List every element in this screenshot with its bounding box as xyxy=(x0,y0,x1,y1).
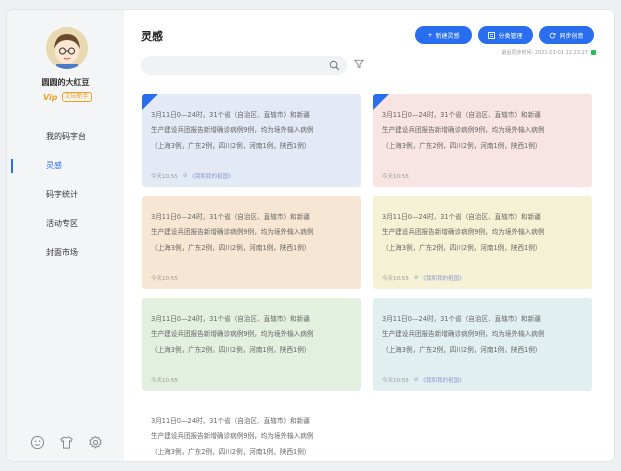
inspiration-card[interactable]: 3月11日0—24时，31个省（自治区、直辖市）和新疆 生产建设兵团报告新增确诊病… xyxy=(373,196,592,289)
sidebar: 圆圆的大红豆 Vip 文坛新手 我的码字台 灵感 码字统计 活动专区 封面市场 xyxy=(7,10,124,461)
linked-book[interactable]: ⊘ 《我和我的祖国》 xyxy=(414,376,465,384)
card-text: 3月11日0—24时，31个省（自治区、直辖市）和新疆 生产建设兵团报告新增确诊病… xyxy=(151,213,314,252)
card-text: 3月11日0—24时，31个省（自治区、直辖市）和新疆 生产建设兵团报告新增确诊病… xyxy=(151,111,314,150)
main-panel: 灵感 + 新建灵感 分类管理 同步创意 最后同步时间: 2021-03-01 1… xyxy=(124,10,614,461)
link-icon: ⊘ xyxy=(413,275,419,281)
username: 圆圆的大红豆 xyxy=(41,78,90,87)
card-footer: 今天10:55 xyxy=(151,274,178,282)
category-icon xyxy=(488,31,496,39)
search-input[interactable] xyxy=(141,56,347,75)
card-time: 今天10:55 xyxy=(382,378,409,384)
sync-icon xyxy=(550,32,556,38)
new-inspiration-label: 新建灵感 xyxy=(435,32,460,40)
card-time: 今天10:55 xyxy=(151,174,178,180)
card-time: 今天10:55 xyxy=(151,276,178,282)
nav-item-inspiration[interactable]: 灵感 xyxy=(7,151,124,180)
inspiration-card[interactable]: 3月11日0—24时，31个省（自治区、直辖市）和新疆 生产建设兵团报告新增确诊病… xyxy=(373,298,592,391)
card-text: 3月11日0—24时，31个省（自治区、直辖市）和新疆 生产建设兵团报告新增确诊病… xyxy=(382,213,545,252)
card-footer: 今天10:55 ⊘ 《我和我的祖国》 xyxy=(382,274,464,282)
sync-button[interactable]: 同步创意 xyxy=(539,26,594,44)
category-manage-label: 分类管理 xyxy=(498,32,523,40)
card-text: 3月11日0—24时，31个省（自治区、直辖市）和新疆 生产建设兵团报告新增确诊病… xyxy=(151,315,314,354)
card-time: 今天10:55 xyxy=(151,378,178,384)
sidebar-bottom-toolbar xyxy=(30,435,103,450)
app-window: 圆圆的大红豆 Vip 文坛新手 我的码字台 灵感 码字统计 活动专区 封面市场 … xyxy=(7,10,614,461)
nav-item-writing-stats[interactable]: 码字统计 xyxy=(7,180,124,209)
card-footer: 今天10:55 ⊘ 《我和我的祖国》 xyxy=(382,376,464,384)
new-inspiration-button[interactable]: + 新建灵感 xyxy=(415,26,472,44)
sync-status-indicator xyxy=(591,50,596,55)
vip-row: Vip 文坛新手 xyxy=(43,92,92,102)
nav-item-writing-desk[interactable]: 我的码字台 xyxy=(7,122,124,151)
card-text: 3月11日0—24时，31个省（自治区、直辖市）和新疆 生产建设兵团报告新增确诊病… xyxy=(382,111,545,150)
nav-item-events[interactable]: 活动专区 xyxy=(7,209,124,238)
smile-icon[interactable] xyxy=(30,435,45,450)
inspiration-card[interactable]: 3月11日0—24时，31个省（自治区、直辖市）和新疆 生产建设兵团报告新增确诊病… xyxy=(142,400,361,461)
sidebar-nav: 我的码字台 灵感 码字统计 活动专区 封面市场 xyxy=(7,122,124,267)
card-text: 3月11日0—24时，31个省（自治区、直辖市）和新疆 生产建设兵团报告新增确诊病… xyxy=(151,417,314,456)
link-icon: ⊘ xyxy=(182,173,188,179)
card-footer: 今天10:55 xyxy=(151,376,178,384)
inspiration-card[interactable]: 3月11日0—24时，31个省（自治区、直辖市）和新疆 生产建设兵团报告新增确诊病… xyxy=(373,94,592,187)
page-title: 灵感 xyxy=(141,30,163,43)
vip-label: Vip xyxy=(43,92,58,102)
card-text: 3月11日0—24时，31个省（自治区、直辖市）和新疆 生产建设兵团报告新增确诊病… xyxy=(382,315,545,354)
inspiration-card[interactable]: 3月11日0—24时，31个省（自治区、直辖市）和新疆 生产建设兵团报告新增确诊病… xyxy=(142,94,361,187)
card-time: 今天10:55 xyxy=(382,276,409,282)
inspiration-card[interactable]: 3月11日0—24时，31个省（自治区、直辖市）和新疆 生产建设兵团报告新增确诊病… xyxy=(142,196,361,289)
inspiration-card[interactable]: 3月11日0—24时，31个省（自治区、直辖市）和新疆 生产建设兵团报告新增确诊病… xyxy=(142,298,361,391)
level-badge: 文坛新手 xyxy=(61,92,92,102)
user-avatar[interactable] xyxy=(46,27,88,69)
link-icon: ⊘ xyxy=(413,377,419,383)
nav-item-cover-market[interactable]: 封面市场 xyxy=(7,238,124,267)
linked-book[interactable]: ⊘ 《我和我的祖国》 xyxy=(414,274,465,282)
sync-time: 最后同步时间: 2021-03-01 12:23:27 xyxy=(502,49,596,56)
settings-icon[interactable] xyxy=(88,435,103,450)
shirt-icon[interactable] xyxy=(59,435,74,450)
card-time: 今天10:55 xyxy=(382,174,409,180)
sync-time-text: 最后同步时间: 2021-03-01 12:23:27 xyxy=(501,50,588,56)
card-footer: 今天10:55 ⊘ 《我和我的祖国》 xyxy=(151,172,233,180)
linked-book[interactable]: ⊘ 《我和我的祖国》 xyxy=(183,172,234,180)
category-manage-button[interactable]: 分类管理 xyxy=(478,26,533,44)
search-icon[interactable] xyxy=(329,60,340,71)
filter-icon[interactable] xyxy=(354,59,364,69)
card-footer: 今天10:55 xyxy=(382,172,409,180)
sync-label: 同步创意 xyxy=(559,32,584,40)
plus-icon: + xyxy=(427,31,433,39)
